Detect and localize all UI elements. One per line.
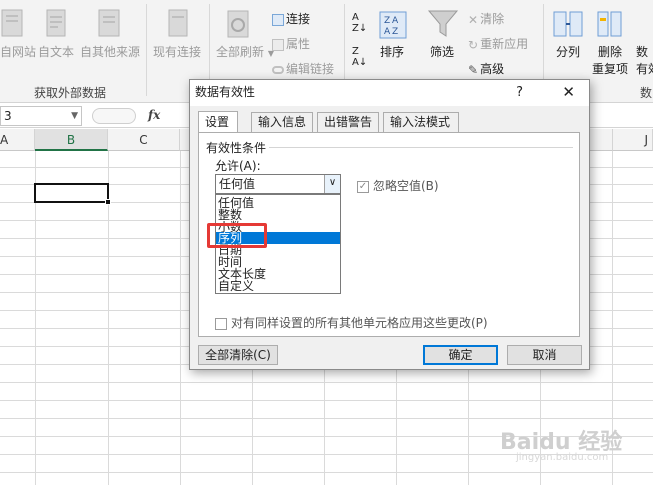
remove-duplicates-button[interactable]: 删除 重复项 bbox=[592, 43, 628, 77]
remove-duplicates-icon bbox=[597, 11, 622, 37]
allow-select-value: 任何值 bbox=[219, 177, 256, 191]
connections-icon bbox=[272, 13, 284, 26]
from-other-icon bbox=[98, 9, 120, 37]
filter-funnel-icon bbox=[427, 10, 459, 37]
allow-label: 允许(A): bbox=[215, 159, 261, 173]
data-validation-button[interactable]: 数 有效 bbox=[636, 43, 653, 77]
remove-duplicates-label-line2: 重复项 bbox=[592, 62, 629, 76]
ignore-blank-label: 忽略空值(B) bbox=[373, 179, 439, 193]
refresh-all-button[interactable]: 全部刷新 ▼ bbox=[216, 43, 274, 60]
grid-line bbox=[0, 400, 653, 401]
clear-filter-icon: ✕ bbox=[468, 12, 479, 27]
advanced-filter-icon: ✎ bbox=[468, 62, 479, 77]
data-validation-label-line2: 有效 bbox=[636, 62, 653, 76]
dialog-title-bar[interactable]: 数据有效性 ? ✕ bbox=[190, 80, 589, 106]
connections-label: 连接 bbox=[286, 12, 311, 26]
reapply-button[interactable]: ↻ 重新应用 bbox=[468, 35, 528, 52]
active-cell-b[interactable] bbox=[34, 183, 109, 203]
cancel-button[interactable]: 取消 bbox=[507, 345, 582, 365]
clear-filter-button[interactable]: ✕ 清除 bbox=[468, 10, 504, 27]
from-other-sources-button[interactable]: 自其他来源 bbox=[80, 43, 140, 60]
chevron-down-icon[interactable]: ▼ bbox=[71, 107, 78, 125]
sort-az-icon[interactable]: A Z↓ bbox=[352, 12, 367, 34]
checkmark-icon[interactable]: ✓ bbox=[357, 180, 369, 193]
fill-handle[interactable] bbox=[105, 199, 111, 205]
baidu-watermark-url: jingyan.baidu.com bbox=[516, 452, 609, 463]
text-to-columns-icon bbox=[553, 11, 583, 37]
svg-text:Z: Z bbox=[384, 16, 390, 26]
tab-input-message[interactable]: 输入信息 bbox=[251, 112, 313, 133]
from-web-icon bbox=[1, 9, 23, 37]
from-text-icon bbox=[46, 9, 66, 37]
group-label-get-external: 获取外部数据 bbox=[34, 86, 107, 100]
column-header-b[interactable]: B bbox=[35, 129, 108, 151]
grid-line bbox=[0, 472, 653, 473]
apply-to-all-checkbox[interactable]: 对有同样设置的所有其他单元格应用这些更改(P) bbox=[215, 314, 488, 331]
tab-error-alert[interactable]: 出错警告 bbox=[317, 112, 379, 133]
sort-button[interactable]: 排序 bbox=[380, 43, 404, 60]
advanced-filter-label: 高级 bbox=[480, 62, 505, 76]
validation-criteria-title: 有效性条件 bbox=[206, 141, 267, 155]
tab-settings[interactable]: 设置 bbox=[198, 111, 238, 133]
svg-text:A: A bbox=[384, 27, 391, 37]
insert-function-icon[interactable]: fx bbox=[148, 108, 160, 122]
help-button[interactable]: ? bbox=[516, 80, 523, 105]
name-box[interactable]: 3 ▼ bbox=[0, 106, 82, 126]
connections-button[interactable]: 连接 bbox=[272, 10, 310, 27]
properties-icon bbox=[272, 38, 284, 51]
checkbox-empty-icon[interactable] bbox=[215, 317, 227, 330]
filter-button[interactable]: 筛选 bbox=[430, 43, 454, 60]
edit-links-button[interactable]: 编辑链接 bbox=[272, 60, 334, 77]
existing-connections-button[interactable]: 现有连接 bbox=[153, 43, 201, 60]
column-header-j[interactable]: J bbox=[613, 129, 653, 151]
refresh-all-label: 全部刷新 bbox=[216, 45, 265, 59]
dropdown-option-custom[interactable]: 自定义 bbox=[216, 280, 340, 292]
allow-select[interactable]: 任何值 ∨ bbox=[215, 174, 341, 194]
svg-text:Z: Z bbox=[392, 27, 398, 37]
grid-line bbox=[0, 418, 653, 419]
ok-button[interactable]: 确定 bbox=[423, 345, 498, 365]
properties-label: 属性 bbox=[286, 37, 311, 51]
column-header-a[interactable]: A bbox=[0, 129, 35, 151]
tab-ime-mode[interactable]: 输入法模式 bbox=[383, 112, 459, 133]
formula-bar-scroll-handle[interactable] bbox=[92, 108, 136, 124]
apply-to-all-label: 对有同样设置的所有其他单元格应用这些更改(P) bbox=[231, 316, 488, 330]
from-web-button[interactable]: 自网站 bbox=[0, 43, 36, 60]
text-to-columns-button[interactable]: 分列 bbox=[556, 43, 580, 60]
link-icon bbox=[272, 65, 284, 74]
from-text-button[interactable]: 自文本 bbox=[38, 43, 74, 60]
sort-za-icon[interactable]: Z A↓ bbox=[352, 46, 367, 68]
reapply-label: 重新应用 bbox=[480, 37, 529, 51]
clear-all-button[interactable]: 全部清除(C) bbox=[198, 345, 278, 365]
clear-filter-label: 清除 bbox=[480, 12, 505, 26]
group-separator bbox=[146, 4, 147, 96]
column-header-c[interactable]: C bbox=[108, 129, 180, 151]
section-divider bbox=[269, 147, 573, 148]
highlight-annotation bbox=[207, 223, 267, 248]
edit-links-label: 编辑链接 bbox=[286, 62, 335, 76]
dialog-title: 数据有效性 bbox=[195, 85, 256, 99]
existing-connections-icon bbox=[168, 9, 188, 37]
svg-text:A: A bbox=[392, 16, 399, 26]
group-label-data-tools: 数 bbox=[640, 86, 653, 100]
grid-line bbox=[0, 382, 653, 383]
remove-duplicates-label-line1: 删除 bbox=[598, 45, 623, 59]
name-box-value: 3 bbox=[4, 109, 12, 123]
chevron-down-icon[interactable]: ∨ bbox=[324, 175, 340, 193]
close-icon[interactable]: ✕ bbox=[562, 80, 575, 105]
properties-button[interactable]: 属性 bbox=[272, 35, 310, 52]
sort-dialog-icon: Z AA Z bbox=[379, 11, 407, 39]
ignore-blank-checkbox[interactable]: ✓ 忽略空值(B) bbox=[357, 177, 439, 194]
refresh-all-icon bbox=[227, 10, 249, 38]
advanced-filter-button[interactable]: ✎ 高级 bbox=[468, 60, 504, 77]
data-validation-label-line1: 数 bbox=[636, 45, 649, 59]
reapply-icon: ↻ bbox=[468, 37, 479, 52]
